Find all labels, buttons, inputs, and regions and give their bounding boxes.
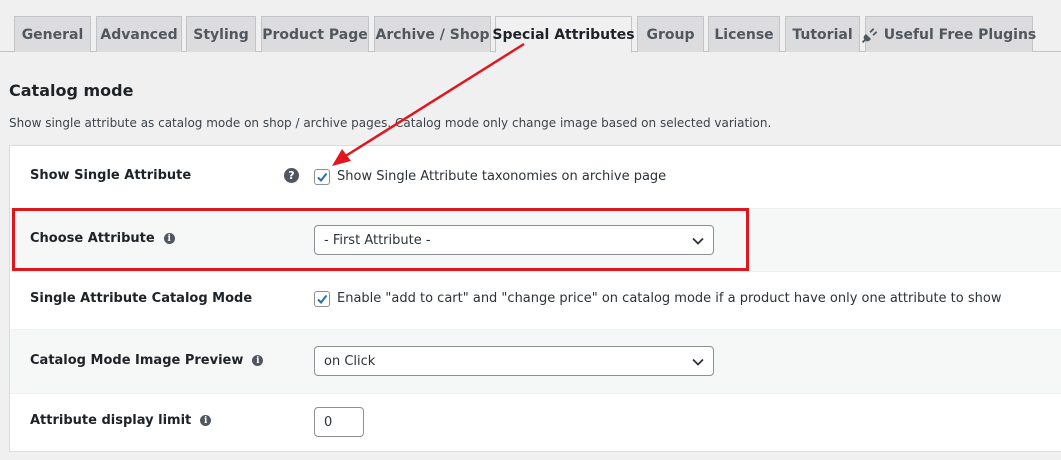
row-attribute-display-limit: Attribute display limit i 0 bbox=[10, 394, 1061, 452]
tab-product-page[interactable]: Product Page bbox=[261, 16, 369, 52]
tab-license[interactable]: License bbox=[708, 16, 780, 52]
tab-group[interactable]: Group bbox=[637, 16, 704, 52]
setting-label-wrap: Attribute display limit i bbox=[30, 413, 212, 428]
plug-icon bbox=[861, 27, 878, 43]
settings-form-table: Show Single Attribute ? Show Single Attr… bbox=[9, 145, 1061, 452]
select-value: on Click bbox=[324, 353, 376, 369]
tab-advanced[interactable]: Advanced bbox=[96, 16, 182, 52]
attribute-display-limit-input[interactable]: 0 bbox=[314, 407, 364, 437]
input-value: 0 bbox=[324, 414, 333, 430]
row-catalog-mode-image-preview: Catalog Mode Image Preview i on Click bbox=[10, 330, 1061, 394]
tab-label: Styling bbox=[193, 26, 249, 43]
section-description: Show single attribute as catalog mode on… bbox=[9, 116, 772, 130]
tab-tutorial[interactable]: Tutorial bbox=[785, 16, 860, 52]
show-single-attribute-checkbox[interactable] bbox=[314, 169, 330, 185]
question-icon[interactable]: ? bbox=[284, 168, 299, 183]
tab-label: Tutorial bbox=[792, 26, 853, 43]
checkmark-icon bbox=[317, 172, 328, 183]
annotation-highlight-box bbox=[12, 208, 749, 271]
tab-useful-free-plugins[interactable]: Useful Free Plugins bbox=[861, 16, 1036, 52]
setting-label: Single Attribute Catalog Mode bbox=[30, 291, 253, 306]
tab-special-attributes[interactable]: Special Attributes bbox=[492, 16, 635, 53]
tab-label: General bbox=[21, 26, 84, 43]
setting-label: Show Single Attribute bbox=[30, 168, 192, 183]
chevron-down-icon bbox=[692, 358, 704, 366]
tab-label: License bbox=[714, 26, 774, 43]
catalog-mode-image-preview-select[interactable]: on Click bbox=[314, 346, 714, 376]
setting-label-wrap: Catalog Mode Image Preview i bbox=[30, 353, 264, 368]
checkbox-label[interactable]: Show Single Attribute taxonomies on arch… bbox=[337, 169, 666, 184]
section-title: Catalog mode bbox=[9, 81, 134, 100]
tab-label: Product Page bbox=[262, 26, 368, 43]
info-icon[interactable]: i bbox=[252, 355, 264, 366]
single-attribute-catalog-mode-checkbox[interactable] bbox=[314, 291, 330, 307]
tab-label: Useful Free Plugins bbox=[883, 26, 1037, 43]
tab-general[interactable]: General bbox=[14, 16, 91, 52]
row-show-single-attribute: Show Single Attribute ? Show Single Attr… bbox=[10, 146, 1061, 209]
tab-label: Special Attributes bbox=[492, 26, 635, 43]
checkbox-label[interactable]: Enable "add to cart" and "change price" … bbox=[337, 291, 1001, 306]
tab-styling[interactable]: Styling bbox=[186, 16, 256, 52]
info-icon[interactable]: i bbox=[200, 415, 212, 426]
tab-label: Group bbox=[646, 26, 695, 43]
tab-label: Advanced bbox=[100, 26, 178, 43]
tab-archive-shop[interactable]: Archive / Shop bbox=[374, 16, 491, 52]
annotation-arrow-line bbox=[343, 42, 525, 159]
setting-label: Catalog Mode Image Preview bbox=[30, 353, 244, 368]
settings-tabs: General Advanced Styling Product Page Ar… bbox=[0, 0, 1061, 53]
row-single-attribute-catalog-mode: Single Attribute Catalog Mode Enable "ad… bbox=[10, 272, 1061, 330]
tab-label: Archive / Shop bbox=[375, 26, 490, 43]
checkmark-icon bbox=[317, 294, 328, 305]
setting-label: Attribute display limit bbox=[30, 413, 192, 428]
